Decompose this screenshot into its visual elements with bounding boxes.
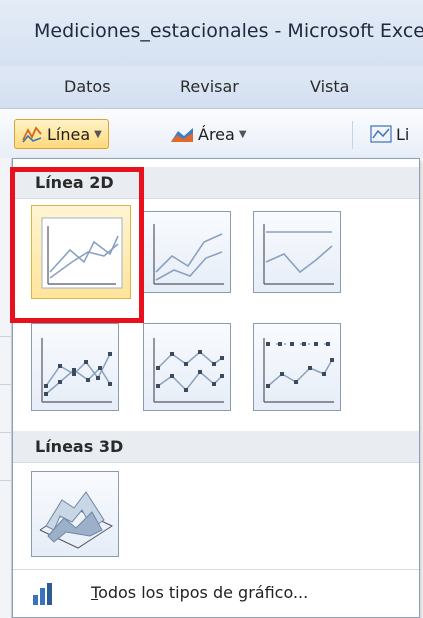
access-key-letter: T	[91, 583, 99, 602]
section-title: Línea 2D	[35, 173, 114, 192]
title-bar: Mediciones_estacionales - Microsoft Exce…	[0, 0, 423, 66]
all-chart-types-label: Todos los tipos de gráfico...	[91, 583, 308, 602]
100-stacked-line-chart-option[interactable]	[253, 211, 341, 293]
row-divider	[0, 384, 12, 385]
stacked-line-with-markers-chart-option[interactable]	[143, 323, 231, 411]
sparkline-line-label: Li	[396, 124, 410, 144]
row-divider	[0, 480, 12, 481]
line-with-markers-chart-option[interactable]	[31, 323, 119, 411]
100-stacked-line-chart-icon	[263, 224, 334, 285]
row-divider	[0, 336, 12, 337]
ribbon-separator	[352, 121, 353, 149]
window-title: Mediciones_estacionales - Microsoft Exce…	[34, 20, 423, 42]
tab-revisar[interactable]: Revisar	[180, 77, 239, 96]
section-header-line-3d: Líneas 3D	[13, 431, 419, 463]
section-title: Líneas 3D	[35, 437, 124, 456]
100-stacked-line-with-markers-chart-option[interactable]	[253, 323, 341, 411]
line-chart-icon	[22, 126, 42, 143]
area-chart-label: Área	[198, 124, 235, 144]
ribbon-tabs: Datos Revisar Vista	[0, 66, 423, 108]
stacked-line-with-markers-chart-icon	[153, 338, 224, 403]
3d-line-chart-icon	[39, 491, 114, 549]
worksheet-edge	[0, 158, 12, 618]
tab-datos[interactable]: Datos	[64, 77, 111, 96]
3d-line-chart-option[interactable]	[31, 471, 119, 557]
line-chart-icon	[41, 217, 123, 289]
stacked-line-chart-option[interactable]	[143, 211, 231, 293]
sparkline-line-button[interactable]: Li	[364, 119, 415, 149]
tab-vista[interactable]: Vista	[310, 77, 349, 96]
stacked-line-chart-icon	[153, 224, 224, 285]
all-chart-types-icon	[33, 583, 52, 605]
line-chart-label: Línea	[47, 124, 91, 144]
row-divider	[0, 432, 12, 433]
chevron-down-icon: ▼	[238, 128, 247, 140]
line-chart-button[interactable]: Línea ▼	[14, 119, 109, 149]
100-stacked-line-with-markers-chart-icon	[263, 338, 334, 403]
all-chart-types-text: odos los tipos de gráfico...	[98, 583, 309, 602]
line-with-markers-chart-icon	[41, 338, 112, 403]
ribbon-charts-group: Línea ▼ Área ▼ Li	[0, 108, 423, 158]
line-chart-option[interactable]	[31, 205, 131, 299]
all-chart-types-row[interactable]: Todos los tipos de gráfico...	[13, 569, 419, 617]
line-chart-icon	[370, 125, 392, 143]
line-chart-dropdown: Línea 2D Líneas 3D Todos los tipos de gr…	[12, 158, 420, 618]
chevron-down-icon: ▼	[94, 128, 102, 140]
section-header-line-2d: Línea 2D	[13, 167, 419, 199]
area-chart-button[interactable]: Área ▼	[164, 119, 253, 149]
area-chart-icon	[171, 128, 193, 142]
